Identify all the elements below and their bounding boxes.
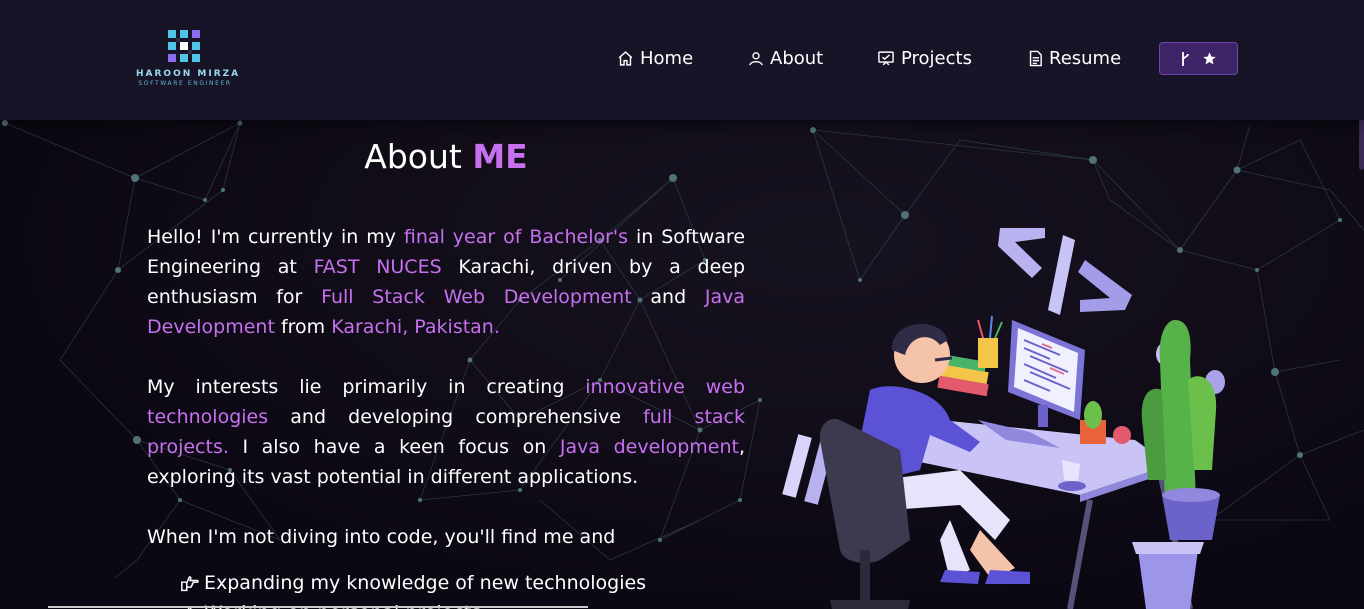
developer-at-desk-illustration <box>782 228 1225 609</box>
github-fork-star-button[interactable] <box>1159 42 1238 75</box>
intro-highlight-location: Karachi, Pakistan. <box>331 316 500 338</box>
intro-highlight-degree: final year of Bachelor's <box>403 226 629 248</box>
pixel-logo-icon <box>168 30 200 62</box>
home-icon <box>618 50 633 66</box>
intro-highlight-fullstack: Full Stack Web Development <box>321 286 632 308</box>
git-fork-icon <box>1182 51 1189 66</box>
site-logo[interactable]: HAROON MIRZA SOFTWARE ENGINEER <box>136 28 241 87</box>
intro-text-1: Hello! I'm currently in my <box>147 226 404 248</box>
intro-paragraph: Hello! I'm currently in my final year of… <box>147 222 745 342</box>
document-icon <box>1029 50 1042 66</box>
star-icon <box>1203 52 1216 65</box>
intro-highlight-university: FAST NUCES <box>313 256 442 278</box>
portfolio-page: HAROON MIRZA SOFTWARE ENGINEER Home Abou… <box>0 0 1364 609</box>
interests-highlight-java: Java development <box>559 436 739 458</box>
nav-resume[interactable]: Resume <box>1028 42 1121 74</box>
nav-about[interactable]: About <box>748 42 823 74</box>
navbar: HAROON MIRZA SOFTWARE ENGINEER Home Abou… <box>0 0 1364 120</box>
interests-text-3: I also have a keen focus on <box>228 436 560 458</box>
interests-paragraph: My interests lie primarily in creating i… <box>147 372 745 492</box>
nav-projects[interactable]: Projects <box>877 42 972 74</box>
activities-list: Expanding my knowledge of new technologi… <box>147 568 745 609</box>
about-heading: About ME <box>147 137 745 176</box>
nav-projects-label: Projects <box>901 47 972 69</box>
interests-text-2: and developing comprehensive <box>268 406 644 428</box>
logo-subtitle: SOFTWARE ENGINEER <box>138 80 232 87</box>
nav-resume-label: Resume <box>1049 47 1122 69</box>
intro-text-5: from <box>274 316 332 338</box>
pointing-hand-icon <box>181 576 199 592</box>
hobbies-intro: When I'm not diving into code, you'll fi… <box>147 526 616 548</box>
divider-line <box>48 606 588 608</box>
logo-name: HAROON MIRZA <box>136 69 241 79</box>
nav-home[interactable]: Home <box>617 42 693 74</box>
interests-text-1: My interests lie primarily in creating <box>147 376 586 398</box>
intro-text-4: and <box>631 286 705 308</box>
activity-text: Expanding my knowledge of new technologi… <box>204 572 647 594</box>
about-text: Hello! I'm currently in my final year of… <box>147 222 745 609</box>
code-brackets-icon <box>998 228 1132 315</box>
nav-about-label: About <box>770 47 824 69</box>
activity-item: Expanding my knowledge of new technologi… <box>180 568 745 598</box>
cactus-plant <box>1141 320 1220 540</box>
user-icon <box>749 51 763 65</box>
nav-home-label: Home <box>640 47 694 69</box>
about-heading-prefix: About <box>364 137 473 176</box>
about-heading-accent: ME <box>472 137 528 176</box>
projects-icon <box>878 50 894 65</box>
